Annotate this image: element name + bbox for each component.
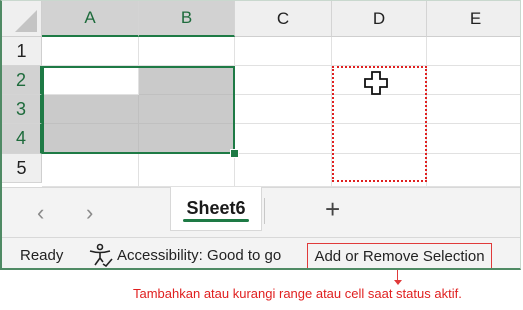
cell-e5[interactable] <box>427 154 520 187</box>
cell-e1[interactable] <box>427 37 520 66</box>
sheet-tab-bar: ‹ › Sheet6 + <box>2 187 520 237</box>
cell-c3[interactable] <box>235 95 332 124</box>
status-accessibility[interactable]: Accessibility: Good to go <box>117 247 281 264</box>
cell-e4[interactable] <box>427 124 520 154</box>
cross-cursor-icon <box>364 71 388 95</box>
cell-a3[interactable] <box>42 95 139 124</box>
status-ready: Ready <box>20 247 64 264</box>
cell-a5[interactable] <box>42 154 139 187</box>
active-tab-underline <box>183 219 249 222</box>
fill-handle[interactable] <box>230 149 239 158</box>
status-bar: Ready Accessibility: Good to go Add or R… <box>2 237 520 268</box>
cell-b1[interactable] <box>139 37 235 66</box>
cell-a1[interactable] <box>42 37 139 66</box>
column-header-b[interactable]: B <box>139 1 235 37</box>
add-sheet-button[interactable]: + <box>325 194 340 225</box>
cell-c4[interactable] <box>235 124 332 154</box>
row-header-2[interactable]: 2 <box>2 66 42 95</box>
tab-separator <box>264 198 265 224</box>
worksheet-grid: A B C D E 1 2 3 4 5 <box>2 1 520 187</box>
cell-a4[interactable] <box>42 124 139 154</box>
excel-window: A B C D E 1 2 3 4 5 ‹ › Sheet6 + Ready A… <box>0 0 521 270</box>
prev-sheet-arrow[interactable]: ‹ <box>37 200 44 226</box>
accessibility-icon[interactable] <box>88 243 114 267</box>
status-mode-label: Add or Remove Selection <box>314 247 485 265</box>
cell-b3[interactable] <box>139 95 235 124</box>
status-mode-box: Add or Remove Selection <box>307 243 492 268</box>
cell-e2[interactable] <box>427 66 520 95</box>
cell-e3[interactable] <box>427 95 520 124</box>
annotation-text: Tambahkan atau kurangi range atau cell s… <box>133 286 462 301</box>
row-header-5[interactable]: 5 <box>2 154 42 183</box>
callout-arrow <box>394 280 402 285</box>
cell-c5[interactable] <box>235 154 332 187</box>
column-header-c[interactable]: C <box>235 1 332 37</box>
column-header-a[interactable]: A <box>42 1 139 37</box>
column-header-e[interactable]: E <box>427 1 520 37</box>
column-header-d[interactable]: D <box>332 1 427 37</box>
sheet-tab-label: Sheet6 <box>186 198 246 218</box>
sheet-tab-active[interactable]: Sheet6 <box>170 187 262 231</box>
cell-a2-active[interactable] <box>42 66 139 95</box>
select-all-corner[interactable] <box>2 1 42 37</box>
cell-b2[interactable] <box>139 66 235 95</box>
cell-c1[interactable] <box>235 37 332 66</box>
cell-d1[interactable] <box>332 37 427 66</box>
row-header-3[interactable]: 3 <box>2 95 42 124</box>
next-sheet-arrow[interactable]: › <box>86 200 93 226</box>
row-header-4[interactable]: 4 <box>2 124 42 154</box>
cell-b5[interactable] <box>139 154 235 187</box>
row-header-1[interactable]: 1 <box>2 37 42 66</box>
cell-b4[interactable] <box>139 124 235 154</box>
cell-c2[interactable] <box>235 66 332 95</box>
